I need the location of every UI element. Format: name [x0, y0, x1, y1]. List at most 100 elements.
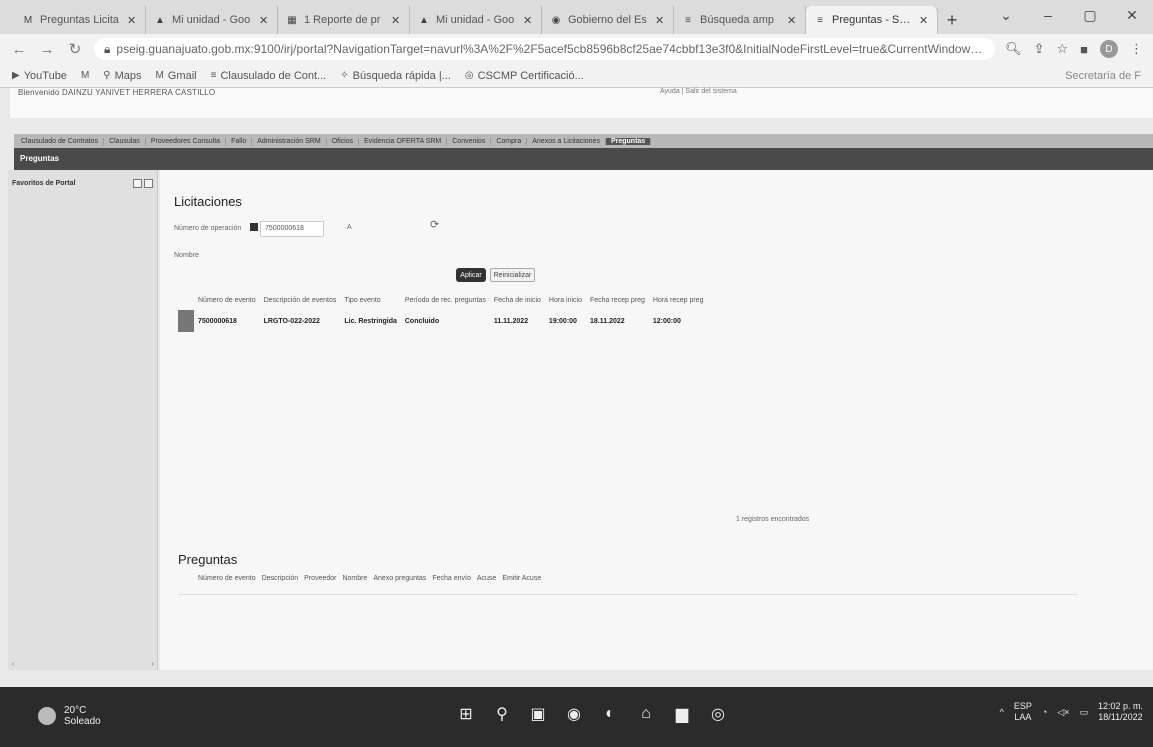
avatar[interactable]: D — [1100, 40, 1118, 58]
battery-icon[interactable]: ▭ — [1079, 707, 1088, 718]
scroll-right-icon[interactable]: › — [152, 661, 154, 668]
chevron-down-icon[interactable]: ⌄ — [985, 0, 1027, 30]
preguntas-table-body — [178, 594, 1078, 664]
tab-mi-unidad[interactable]: ▲ Mi unidad - Goo ✕ — [146, 6, 278, 34]
bookmark-maps[interactable]: ⚲ Maps — [103, 70, 141, 82]
url-input[interactable]: 🔒︎ pseig.guanajuato.gob.mx:9100/irj/port… — [94, 38, 996, 60]
forward-button[interactable]: → — [38, 41, 56, 58]
chat-icon[interactable]: ◉ — [563, 703, 585, 725]
column-header[interactable]: Emitir Acuse — [502, 575, 541, 582]
bookmark-cscmp[interactable]: ◎ CSCMP Certificació... — [465, 70, 584, 82]
column-header[interactable]: Número de evento — [178, 575, 256, 582]
system-tray: ^ ESP LAA ◔ ◁× ▭ 12:02 p. m. 18/11/2022 — [1000, 701, 1143, 723]
close-icon[interactable]: ✕ — [127, 14, 137, 27]
close-window-button[interactable]: ✕ — [1111, 0, 1153, 30]
file-explorer-icon[interactable]: ▆ — [671, 703, 693, 725]
bookmark-busqueda[interactable]: ✧ Búsqueda rápida |... — [340, 70, 451, 82]
column-header[interactable]: Fecha envío — [432, 575, 471, 582]
close-icon[interactable]: ✕ — [523, 14, 533, 27]
top-links[interactable]: Ayuda | Salir del sistema — [660, 88, 737, 95]
volume-icon[interactable]: ◁× — [1057, 707, 1069, 718]
table-row[interactable]: 7500000618 LRGTO-022-2022 Lic. Restringi… — [178, 310, 707, 332]
menu-item-clausulado[interactable]: Clausulado de Contratos — [16, 137, 105, 145]
clock[interactable]: 12:02 p. m. 18/11/2022 — [1098, 701, 1143, 723]
close-icon[interactable]: ✕ — [919, 14, 929, 27]
column-header[interactable]: Descripción — [262, 575, 299, 582]
operation-input[interactable]: 7500000618 — [260, 221, 324, 237]
language-indicator[interactable]: ESP LAA — [1014, 701, 1032, 723]
zoom-icon[interactable]: 🔍︎ — [1005, 41, 1022, 57]
weather-widget[interactable]: 20°C Soleado — [38, 705, 101, 727]
maximize-button[interactable]: ▢ — [1069, 0, 1111, 30]
minimize-button[interactable]: – — [1027, 0, 1069, 30]
search-icon[interactable]: ⚲ — [491, 703, 513, 725]
menu-icon[interactable]: ⋮ — [1130, 41, 1143, 57]
menu-item-clausulas[interactable]: Clausulas — [104, 137, 146, 145]
tab-gobierno[interactable]: ◉ Gobierno del Es ✕ — [542, 6, 674, 34]
welcome-text: Bienvenido DAINZU YANIVET HERRERA CASTIL… — [18, 88, 216, 97]
store-icon[interactable]: ⌂ — [635, 703, 657, 725]
tab-preguntas-licita[interactable]: M Preguntas Licita ✕ — [14, 6, 146, 34]
refresh-icon[interactable]: ⟳ — [430, 218, 439, 231]
column-header[interactable]: Acuse — [477, 575, 496, 582]
menu-item-administracion[interactable]: Administración SRM — [252, 137, 327, 145]
edge-icon[interactable]: ◐ — [599, 703, 621, 725]
wifi-icon[interactable]: ◔ — [1042, 707, 1047, 717]
close-icon[interactable]: ✕ — [259, 14, 269, 27]
column-header[interactable]: Fecha recep preg — [586, 290, 649, 310]
tab-reporte[interactable]: ▦ 1 Reporte de pr ✕ — [278, 6, 410, 34]
tab-label: Preguntas - SAP — [832, 14, 913, 26]
menu-item-oficios[interactable]: Oficios — [327, 137, 360, 145]
reset-button[interactable]: Reinicializar — [490, 268, 535, 282]
tab-preguntas-sap[interactable]: ≡ Preguntas - SAP ✕ — [806, 6, 938, 34]
sidepanel-icon[interactable]: ■ — [1080, 42, 1088, 57]
menu-item-anexos[interactable]: Anexos a Licitaciones — [527, 137, 606, 145]
scroll-left-icon[interactable]: ‹ — [12, 661, 14, 668]
reload-button[interactable]: ↻ — [66, 40, 84, 58]
back-button[interactable]: ← — [10, 41, 28, 58]
column-header[interactable]: Hora recep preg — [649, 290, 708, 310]
bookmark-gmail[interactable]: M Gmail — [156, 70, 197, 82]
windows-start-icon[interactable]: ⊞ — [455, 703, 477, 725]
close-icon[interactable]: ✕ — [655, 14, 665, 27]
star-icon[interactable]: ☆ — [1056, 41, 1068, 57]
tab-busqueda[interactable]: ≡ Búsqueda amp ✕ — [674, 6, 806, 34]
column-header[interactable]: Fecha de inicio — [490, 290, 545, 310]
new-tab-button[interactable]: + — [938, 6, 966, 34]
menu-item-evidencia[interactable]: Evidencia OFERTA SRM — [359, 137, 448, 145]
menu-item-fallo[interactable]: Fallo — [226, 137, 253, 145]
bookmark-clausulado[interactable]: ≡ Clausulado de Cont... — [211, 70, 327, 82]
chrome-icon[interactable]: ◎ — [707, 703, 729, 725]
main-content: Licitaciones Número de operación 7500000… — [160, 170, 1153, 670]
menu-item-convenios[interactable]: Convenios — [447, 137, 492, 145]
column-header[interactable]: Descripción de eventos — [260, 290, 341, 310]
close-icon[interactable]: ✕ — [391, 14, 401, 27]
share-icon[interactable]: ⇪ — [1034, 41, 1045, 57]
bookmark-youtube[interactable]: ▶ YouTube — [12, 70, 67, 82]
column-header[interactable]: Proveedor — [304, 575, 336, 582]
value-help-icon[interactable] — [250, 223, 258, 231]
column-header[interactable]: Número de evento — [194, 290, 260, 310]
row-selector[interactable] — [178, 310, 194, 332]
column-header[interactable]: Nombre — [342, 575, 367, 582]
column-header[interactable]: Anexo preguntas — [373, 575, 426, 582]
browser-actions: 🔍︎ ⇪ ☆ ■ D ⋮ — [1005, 40, 1143, 58]
to-label: A — [347, 224, 352, 231]
panel-scrollbar[interactable]: ‹ › — [8, 658, 158, 670]
task-view-icon[interactable]: ▣ — [527, 703, 549, 725]
column-header[interactable]: Tipo evento — [340, 290, 401, 310]
bookmark-secretaria[interactable]: Secretaría de F — [1065, 70, 1141, 82]
panel-options-icon[interactable] — [133, 178, 142, 188]
chevron-up-icon[interactable]: ^ — [1000, 707, 1004, 717]
column-header[interactable]: Período de rec. preguntas — [401, 290, 490, 310]
table-cell: 7500000618 — [198, 317, 237, 325]
panel-collapse-icon[interactable] — [144, 178, 153, 188]
menu-item-preguntas[interactable]: Preguntas — [605, 137, 652, 145]
tab-mi-unidad-2[interactable]: ▲ Mi unidad - Goo ✕ — [410, 6, 542, 34]
menu-item-proveedores[interactable]: Proveedores Consulta — [146, 137, 227, 145]
menu-item-compra[interactable]: Compra — [491, 137, 528, 145]
column-header[interactable]: Hora inicio — [545, 290, 586, 310]
bookmark-gmail-shortcut[interactable]: M — [81, 70, 89, 81]
apply-button[interactable]: Aplicar — [456, 268, 486, 282]
close-icon[interactable]: ✕ — [787, 14, 797, 27]
